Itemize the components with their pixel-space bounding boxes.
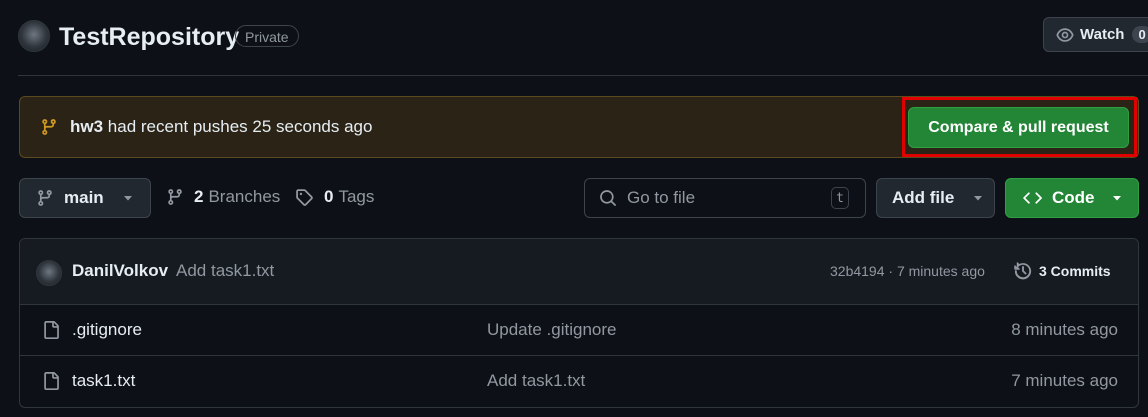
file-icon [42,320,60,340]
commits-count: 3 Commits [1039,263,1111,279]
commits-history-link[interactable]: 3 Commits [1013,261,1111,281]
code-label: Code [1052,188,1095,207]
watch-count: 0 [1132,26,1148,43]
tags-count: 0 [324,187,334,206]
file-time: 7 minutes ago [1011,371,1118,390]
branches-label: Branches [208,187,281,206]
file-name[interactable]: .gitignore [72,320,142,340]
visibility-badge: Private [235,25,299,47]
code-icon [1022,189,1042,207]
branches-link[interactable]: 2 Branches [166,187,280,207]
banner-text: had recent pushes 25 seconds ago [107,117,373,136]
commit-meta[interactable]: 32b4194 · 7 minutes ago [830,263,985,279]
branch-icon [40,117,58,137]
tags-link[interactable]: 0 Tags [295,187,374,207]
branch-icon [166,187,184,207]
banner-branch-link[interactable]: hw3 [70,117,103,136]
file-row[interactable]: .gitignore Update .gitignore 8 minutes a… [20,305,1138,356]
file-commit-message[interactable]: Update .gitignore [487,320,616,340]
search-icon [599,189,617,207]
repo-owner-avatar[interactable] [18,20,50,52]
file-row[interactable]: task1.txt Add task1.txt 7 minutes ago [20,356,1138,407]
history-icon [1013,261,1033,281]
branch-icon [36,188,54,208]
chevron-down-icon [1111,192,1123,204]
watch-label: Watch [1080,26,1125,43]
compare-pull-request-button[interactable]: Compare & pull request [908,107,1129,148]
add-file-label: Add file [892,188,955,207]
file-commit-message[interactable]: Add task1.txt [487,371,585,391]
commit-message[interactable]: Add task1.txt [176,261,274,281]
go-to-file-search[interactable]: t [584,178,866,218]
file-name[interactable]: task1.txt [72,371,135,391]
latest-commit-row: DanilVolkov Add task1.txt 32b4194 · 7 mi… [20,239,1138,305]
header-divider [18,75,1148,76]
go-to-file-input[interactable] [625,187,819,209]
chevron-down-icon [972,192,984,204]
branch-select-label: main [64,188,104,207]
file-list: DanilVolkov Add task1.txt 32b4194 · 7 mi… [19,238,1139,408]
file-icon [42,371,60,391]
file-time: 8 minutes ago [1011,320,1118,339]
watch-button[interactable]: Watch 0 [1043,17,1148,52]
tag-icon [295,188,314,207]
branches-count: 2 [194,187,204,206]
banner-message: hw3 had recent pushes 25 seconds ago [70,116,372,138]
shortcut-hint: t [831,187,849,209]
branch-select-button[interactable]: main [19,178,151,218]
code-button[interactable]: Code [1005,178,1139,218]
repo-name[interactable]: TestRepository [59,20,239,54]
eye-icon [1056,26,1074,44]
avatar[interactable] [36,260,62,286]
add-file-button[interactable]: Add file [876,178,995,218]
chevron-down-icon [122,192,134,204]
tags-label: Tags [338,187,375,206]
commit-author[interactable]: DanilVolkov [72,261,168,281]
